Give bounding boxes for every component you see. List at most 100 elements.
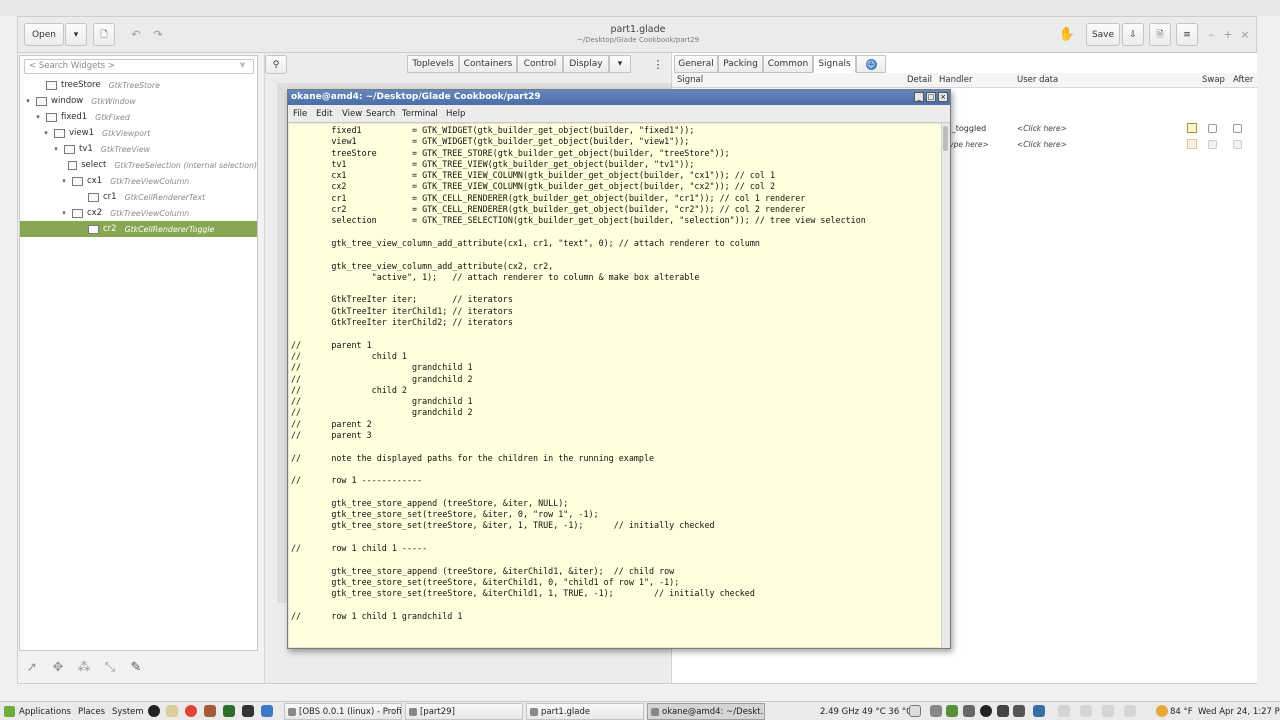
after-checkbox[interactable] — [1233, 140, 1242, 149]
tab-common[interactable]: Common — [763, 55, 813, 73]
workspace-4-icon[interactable] — [1102, 705, 1114, 717]
tree-row-tv1[interactable]: ▾ tv1 GtkTreeView — [20, 141, 257, 157]
terminal-menubar: File Edit View Search Terminal Help — [288, 105, 950, 123]
weather-icon[interactable] — [1156, 705, 1168, 717]
expander-icon[interactable]: ▾ — [34, 113, 42, 121]
palette-search-button[interactable]: ⚲ — [265, 55, 287, 74]
filter-icon[interactable]: ⩔ — [240, 60, 245, 70]
tab-toplevels[interactable]: Toplevels — [407, 55, 459, 73]
terminal-scrollbar[interactable] — [941, 124, 949, 647]
select-pointer-icon[interactable]: ➚ — [19, 660, 45, 675]
tree-row-select[interactable]: select GtkTreeSelection (internal selecti… — [20, 157, 257, 173]
tree-row-view1[interactable]: ▾ view1 GtkViewport — [20, 125, 257, 141]
task-terminal[interactable]: okane@amd4: ~/Deskt... — [647, 703, 765, 720]
margin-edit-icon[interactable]: ⁂ — [71, 660, 97, 675]
user-data[interactable]: <Click here> — [1017, 124, 1067, 133]
menu-edit[interactable]: Edit — [316, 109, 332, 119]
column-signal: Signal — [677, 75, 704, 85]
applications-menu[interactable]: Applications — [4, 702, 71, 720]
tree-row-treeStore[interactable]: treeStore GtkTreeStore — [20, 77, 257, 93]
tree-row-fixed1[interactable]: ▾ fixed1 GtkFixed — [20, 109, 257, 125]
main-menu-button[interactable]: ≡ — [1176, 23, 1198, 46]
drag-resize-icon[interactable]: ✥ — [45, 660, 71, 675]
swap-checkbox[interactable] — [1208, 124, 1217, 133]
edit-icon[interactable]: ✎ — [123, 660, 149, 675]
volume-icon[interactable] — [1013, 705, 1025, 717]
menu-search[interactable]: Search — [366, 109, 395, 119]
terminal-content[interactable]: fixed1 = GTK_WIDGET(gtk_builder_get_obje… — [289, 124, 941, 647]
minimize-button[interactable]: – — [1204, 24, 1218, 44]
open-recent-dropdown[interactable]: ▾ — [65, 23, 87, 46]
tree-row-window[interactable]: ▾ window GtkWindow — [20, 93, 257, 109]
workspace-5-icon[interactable] — [1124, 705, 1136, 717]
after-checkbox[interactable] — [1233, 124, 1242, 133]
tab-containers[interactable]: Containers — [459, 55, 517, 73]
swap-checkbox[interactable] — [1208, 140, 1217, 149]
tab-signals[interactable]: Signals — [813, 55, 856, 73]
places-menu[interactable]: Places — [78, 702, 105, 720]
system-monitor-launcher-icon[interactable] — [223, 705, 235, 717]
task-obs[interactable]: [OBS 0.0.1 (linux) - Profi... — [284, 703, 402, 720]
expander-icon[interactable]: ▾ — [24, 97, 32, 105]
weather-temperature[interactable]: 84 °F — [1170, 702, 1193, 720]
obs-tray-icon[interactable] — [980, 705, 992, 717]
edit-handler-icon[interactable] — [1187, 139, 1197, 149]
text-editor-launcher-icon[interactable] — [166, 705, 178, 717]
tree-row-cx1[interactable]: ▾ cx1 GtkTreeViewColumn — [20, 173, 257, 189]
close-button[interactable]: × — [1238, 24, 1252, 44]
obs-launcher-icon[interactable] — [148, 705, 160, 717]
tab-general[interactable]: General — [674, 55, 718, 73]
system-menu[interactable]: System — [112, 702, 144, 720]
terminal-maximize-button[interactable]: □ — [926, 92, 936, 102]
palette-more-dropdown[interactable]: ▾ — [609, 55, 631, 73]
menu-file[interactable]: File — [293, 109, 307, 119]
new-project-button[interactable]: 🗋 — [93, 23, 115, 46]
expander-icon[interactable]: ▾ — [60, 177, 68, 185]
open-button[interactable]: Open — [24, 23, 64, 46]
scrollbar-thumb[interactable] — [943, 126, 948, 151]
terminal-minimize-button[interactable]: _ — [914, 92, 924, 102]
redo-button[interactable]: ↷ — [147, 23, 169, 46]
tree-row-cx2[interactable]: ▾ cx2 GtkTreeViewColumn — [20, 205, 257, 221]
save-as-button[interactable]: ⇩ — [1122, 23, 1144, 46]
network-icon[interactable] — [963, 705, 975, 717]
workspace-2-icon[interactable] — [1058, 705, 1070, 717]
chrome-launcher-icon[interactable] — [185, 705, 197, 717]
align-edit-icon[interactable]: ⤡ — [97, 660, 123, 675]
workspace-1-icon[interactable] — [1033, 705, 1045, 717]
menu-view[interactable]: View — [342, 109, 362, 119]
shield-icon[interactable] — [946, 705, 958, 717]
save-button[interactable]: Save — [1086, 23, 1120, 46]
menu-terminal[interactable]: Terminal — [402, 109, 438, 119]
expander-icon[interactable]: ▾ — [60, 209, 68, 217]
tree-row-cr2[interactable]: cr2 GtkCellRendererToggle — [20, 221, 257, 237]
document-properties-button[interactable]: 🗎 — [1149, 23, 1171, 46]
task-glade[interactable]: part1.glade — [526, 703, 644, 720]
terminal-close-button[interactable]: × — [938, 92, 948, 102]
workspace-3-icon[interactable] — [1080, 705, 1092, 717]
inspect-button[interactable]: ✋ — [1056, 23, 1078, 46]
menu-help[interactable]: Help — [446, 109, 465, 119]
tab-packing[interactable]: Packing — [718, 55, 763, 73]
tab-display[interactable]: Display — [563, 55, 609, 73]
virtualbox-launcher-icon[interactable] — [261, 705, 273, 717]
bluetooth-icon[interactable] — [997, 705, 1009, 717]
expander-icon[interactable]: ▾ — [42, 129, 50, 137]
edit-handler-icon[interactable] — [1187, 123, 1197, 133]
task-part29-folder[interactable]: [part29] — [405, 703, 523, 720]
user-data[interactable]: <Click here> — [1017, 140, 1067, 149]
undo-button[interactable]: ↶ — [125, 23, 147, 46]
firefox-launcher-icon[interactable] — [204, 705, 216, 717]
tab-control[interactable]: Control — [517, 55, 563, 73]
search-widgets-input[interactable]: < Search Widgets > — [24, 59, 254, 74]
recycle-icon[interactable] — [930, 705, 942, 717]
tab-accessibility[interactable]: ☺ — [856, 55, 886, 73]
maximize-button[interactable]: + — [1221, 24, 1235, 44]
palette-menu-button[interactable]: ⋮ — [649, 55, 667, 74]
expander-icon[interactable]: ▾ — [52, 145, 60, 153]
tree-row-label: cx1 — [87, 176, 103, 186]
clipboard-icon[interactable] — [909, 705, 921, 717]
tree-row-cr1[interactable]: cr1 GtkCellRendererText — [20, 189, 257, 205]
terminal-launcher-icon[interactable] — [242, 705, 254, 717]
clock[interactable]: Wed Apr 24, 1:27 PM — [1198, 702, 1280, 720]
